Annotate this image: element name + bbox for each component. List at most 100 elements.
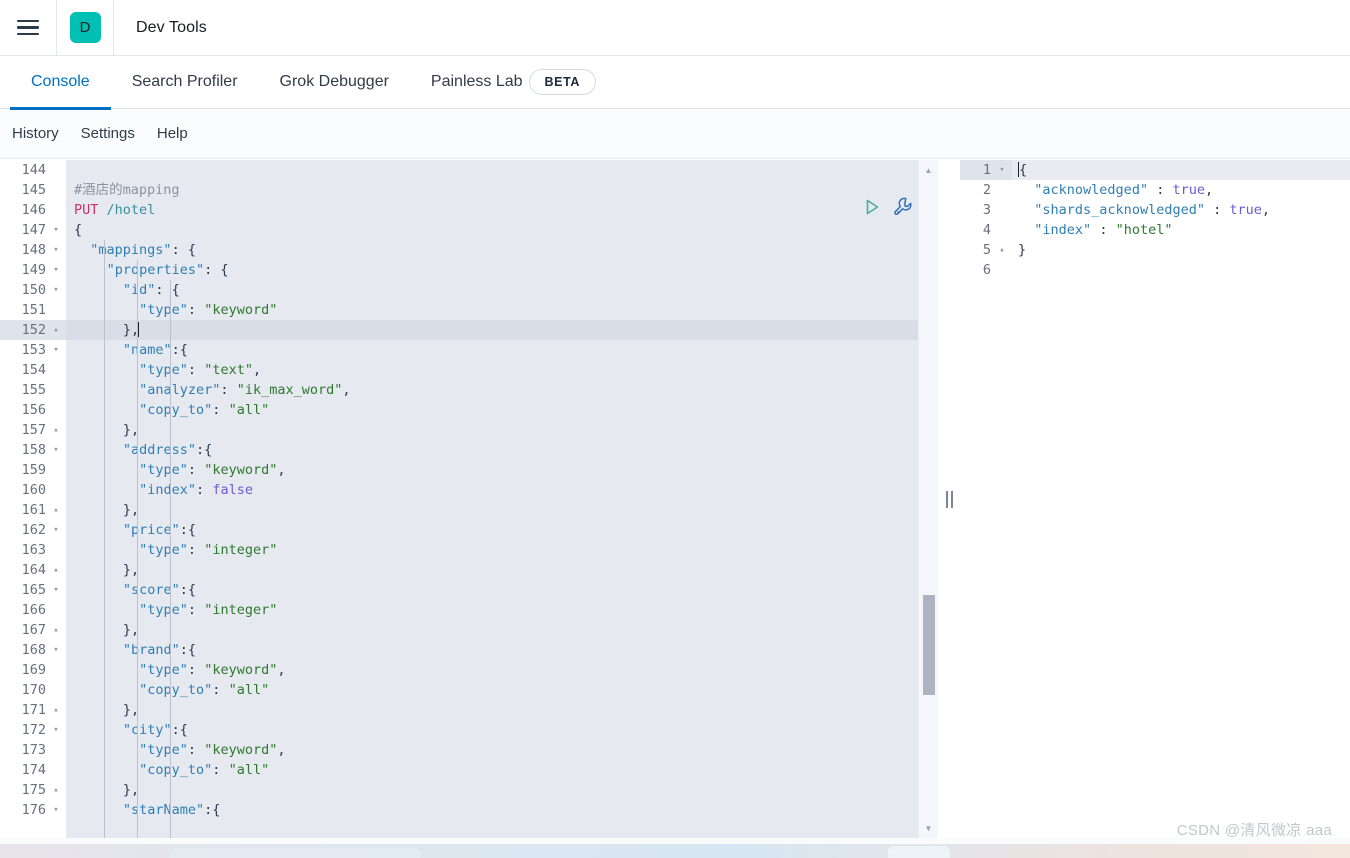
tab-console[interactable]: Console xyxy=(10,56,111,110)
fold-toggle-icon[interactable]: ▾ xyxy=(48,440,64,460)
fold-toggle-icon[interactable] xyxy=(48,160,64,180)
fold-toggle-icon[interactable] xyxy=(994,220,1010,240)
fold-toggle-icon[interactable] xyxy=(48,200,64,220)
play-icon[interactable] xyxy=(862,197,882,217)
code-line-165[interactable]: "score":{ xyxy=(66,580,918,600)
gutter-line-149[interactable]: 149 ▾ xyxy=(0,260,66,280)
code-line-163[interactable]: "type": "integer" xyxy=(66,540,918,560)
output-line-3[interactable]: "shards_acknowledged" : true, xyxy=(1012,200,1350,220)
output-line-4[interactable]: "index" : "hotel" xyxy=(1012,220,1350,240)
response-output-pane[interactable]: { "acknowledged" : true, "shards_acknowl… xyxy=(960,160,1350,838)
subnav-item-help[interactable]: Help xyxy=(157,125,188,142)
code-line-158[interactable]: "address":{ xyxy=(66,440,918,460)
fold-toggle-icon[interactable] xyxy=(48,600,64,620)
output-line-2[interactable]: "acknowledged" : true, xyxy=(1012,180,1350,200)
fold-toggle-icon[interactable] xyxy=(48,180,64,200)
tab-grok-debugger[interactable]: Grok Debugger xyxy=(259,56,410,109)
output-gutter-line-4[interactable]: 4 xyxy=(960,220,1012,240)
fold-toggle-icon[interactable]: ▾ xyxy=(48,280,64,300)
code-line-171[interactable]: }, xyxy=(66,700,918,720)
fold-toggle-icon[interactable]: ▴ xyxy=(48,780,64,800)
fold-toggle-icon[interactable]: ▴ xyxy=(48,700,64,720)
gutter-line-159[interactable]: 159 xyxy=(0,460,66,480)
code-line-161[interactable]: }, xyxy=(66,500,918,520)
code-line-175[interactable]: }, xyxy=(66,780,918,800)
fold-toggle-icon[interactable]: ▴ xyxy=(994,240,1010,260)
fold-toggle-icon[interactable]: ▾ xyxy=(48,220,64,240)
code-line-168[interactable]: "brand":{ xyxy=(66,640,918,660)
app-logo[interactable]: D xyxy=(57,0,113,56)
fold-toggle-icon[interactable]: ▴ xyxy=(48,560,64,580)
output-gutter-line-6[interactable]: 6 xyxy=(960,260,1012,280)
gutter-line-163[interactable]: 163 xyxy=(0,540,66,560)
code-line-176[interactable]: "starName":{ xyxy=(66,800,918,820)
subnav-item-history[interactable]: History xyxy=(12,125,59,142)
code-line-160[interactable]: "index": false xyxy=(66,480,918,500)
fold-toggle-icon[interactable]: ▴ xyxy=(48,500,64,520)
fold-toggle-icon[interactable] xyxy=(48,460,64,480)
editor-gutter[interactable]: 144 145 146 147 ▾ 148 ▾ 149 ▾ 150 ▾ 151 152 ▴ 153 ▾ 154 1… xyxy=(0,160,66,838)
code-line-146[interactable]: PUT /hotel xyxy=(66,200,918,220)
fold-toggle-icon[interactable]: ▴ xyxy=(48,620,64,640)
code-line-159[interactable]: "type": "keyword", xyxy=(66,460,918,480)
code-line-154[interactable]: "type": "text", xyxy=(66,360,918,380)
fold-toggle-icon[interactable] xyxy=(48,380,64,400)
gutter-line-167[interactable]: 167 ▴ xyxy=(0,620,66,640)
scroll-up-icon[interactable]: ▲ xyxy=(919,162,938,178)
fold-toggle-icon[interactable]: ▾ xyxy=(48,340,64,360)
fold-toggle-icon[interactable]: ▾ xyxy=(48,240,64,260)
gutter-line-151[interactable]: 151 xyxy=(0,300,66,320)
fold-toggle-icon[interactable]: ▴ xyxy=(48,320,64,340)
gutter-line-170[interactable]: 170 xyxy=(0,680,66,700)
fold-toggle-icon[interactable] xyxy=(48,480,64,500)
gutter-line-144[interactable]: 144 xyxy=(0,160,66,180)
fold-toggle-icon[interactable] xyxy=(994,260,1010,280)
fold-toggle-icon[interactable]: ▾ xyxy=(48,580,64,600)
gutter-line-166[interactable]: 166 xyxy=(0,600,66,620)
output-gutter-line-1[interactable]: 1 ▾ xyxy=(960,160,1012,180)
code-line-149[interactable]: "properties": { xyxy=(66,260,918,280)
tab-painless-lab[interactable]: Painless Lab BETA xyxy=(410,56,617,109)
code-line-173[interactable]: "type": "keyword", xyxy=(66,740,918,760)
gutter-line-153[interactable]: 153 ▾ xyxy=(0,340,66,360)
output-line-5[interactable]: } xyxy=(1012,240,1350,260)
gutter-line-164[interactable]: 164 ▴ xyxy=(0,560,66,580)
fold-toggle-icon[interactable]: ▾ xyxy=(48,260,64,280)
fold-toggle-icon[interactable] xyxy=(48,300,64,320)
output-line-1[interactable]: { xyxy=(1012,160,1350,180)
pane-splitter[interactable] xyxy=(938,160,960,838)
gutter-line-158[interactable]: 158 ▾ xyxy=(0,440,66,460)
fold-toggle-icon[interactable]: ▾ xyxy=(994,160,1010,180)
code-line-162[interactable]: "price":{ xyxy=(66,520,918,540)
code-line-172[interactable]: "city":{ xyxy=(66,720,918,740)
request-editor-pane[interactable]: #酒店的mapping PUT /hotel{ "mappings": { "pr… xyxy=(0,160,938,838)
gutter-line-147[interactable]: 147 ▾ xyxy=(0,220,66,240)
output-gutter-line-5[interactable]: 5 ▴ xyxy=(960,240,1012,260)
gutter-line-169[interactable]: 169 xyxy=(0,660,66,680)
code-line-147[interactable]: { xyxy=(66,220,918,240)
code-line-144[interactable] xyxy=(66,160,918,180)
scroll-down-icon[interactable]: ▼ xyxy=(919,820,938,836)
output-gutter-line-3[interactable]: 3 xyxy=(960,200,1012,220)
fold-toggle-icon[interactable]: ▾ xyxy=(48,720,64,740)
code-line-167[interactable]: }, xyxy=(66,620,918,640)
fold-toggle-icon[interactable] xyxy=(48,540,64,560)
gutter-line-161[interactable]: 161 ▴ xyxy=(0,500,66,520)
code-line-152[interactable]: }, xyxy=(66,320,918,340)
gutter-line-174[interactable]: 174 xyxy=(0,760,66,780)
gutter-line-148[interactable]: 148 ▾ xyxy=(0,240,66,260)
gutter-line-154[interactable]: 154 xyxy=(0,360,66,380)
fold-toggle-icon[interactable] xyxy=(48,680,64,700)
code-line-148[interactable]: "mappings": { xyxy=(66,240,918,260)
fold-toggle-icon[interactable] xyxy=(48,760,64,780)
hamburger-menu-icon[interactable] xyxy=(0,0,56,56)
gutter-line-175[interactable]: 175 ▴ xyxy=(0,780,66,800)
code-line-156[interactable]: "copy_to": "all" xyxy=(66,400,918,420)
gutter-line-172[interactable]: 172 ▾ xyxy=(0,720,66,740)
gutter-line-168[interactable]: 168 ▾ xyxy=(0,640,66,660)
gutter-line-165[interactable]: 165 ▾ xyxy=(0,580,66,600)
code-line-145[interactable]: #酒店的mapping xyxy=(66,180,918,200)
fold-toggle-icon[interactable] xyxy=(994,180,1010,200)
fold-toggle-icon[interactable] xyxy=(994,200,1010,220)
fold-toggle-icon[interactable] xyxy=(48,660,64,680)
